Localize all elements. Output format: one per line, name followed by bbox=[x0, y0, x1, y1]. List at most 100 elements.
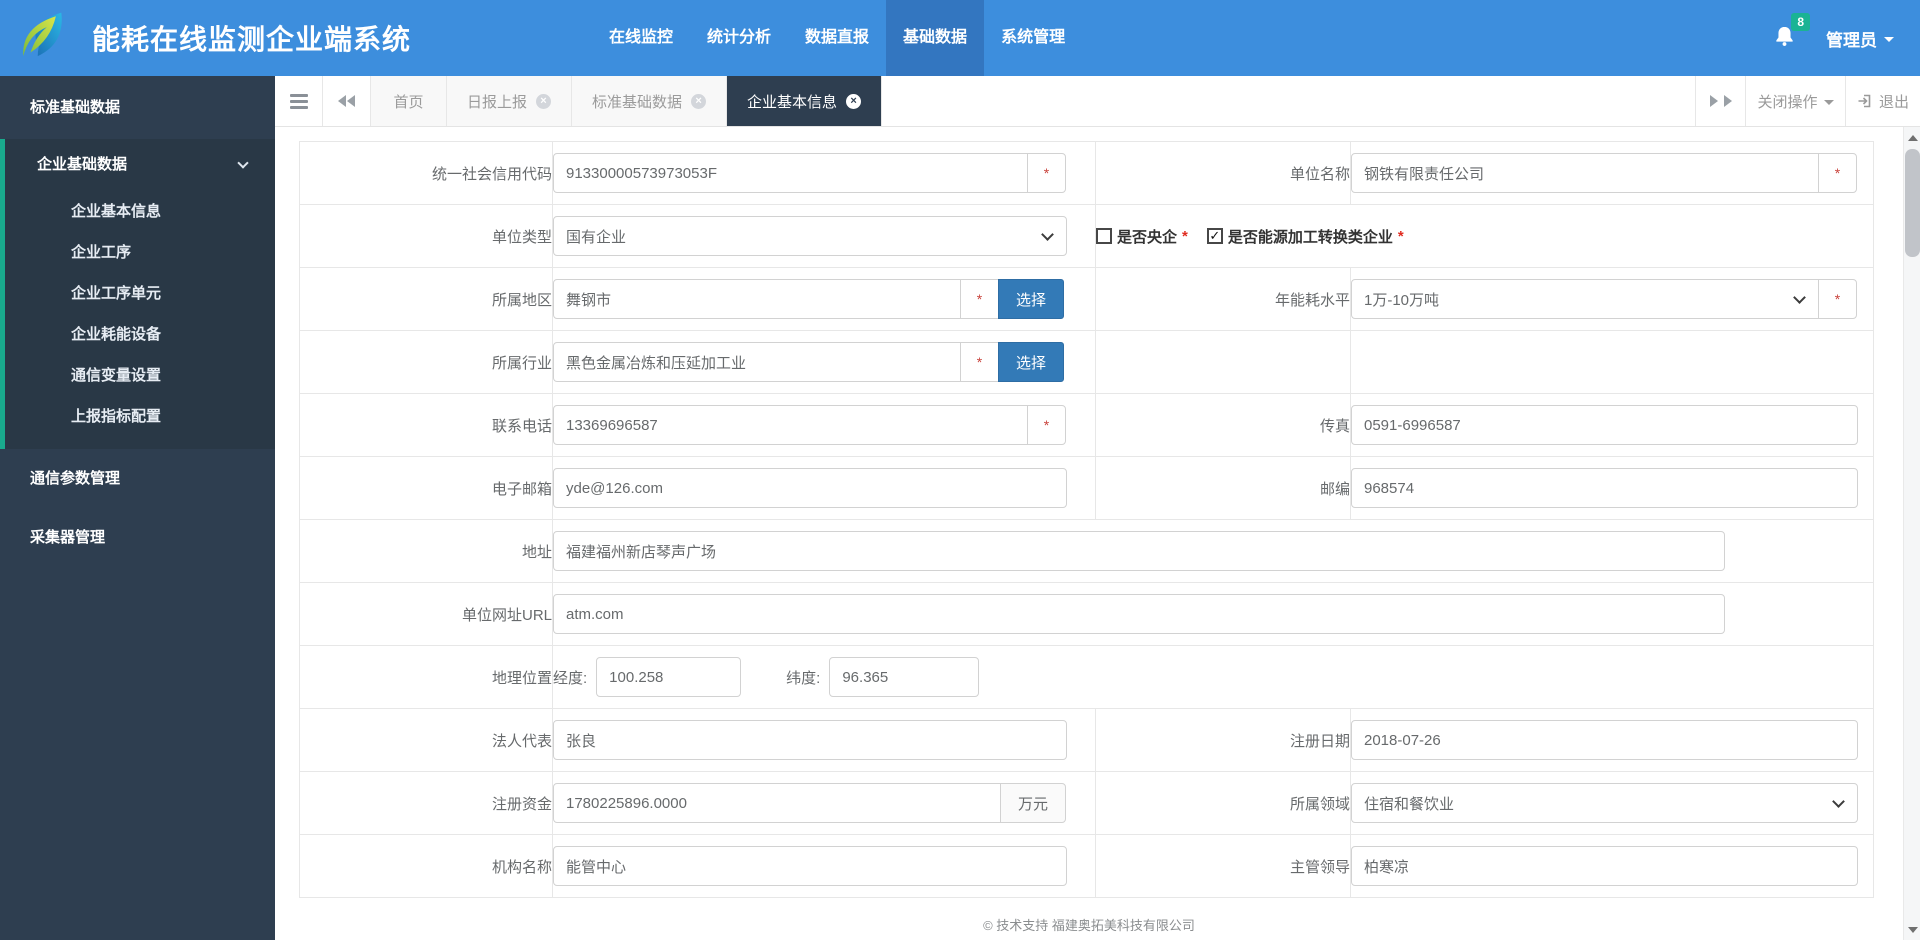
reg-date-input[interactable] bbox=[1351, 720, 1858, 760]
user-name: 管理员 bbox=[1826, 30, 1877, 50]
org-type-select[interactable]: 国有企业 bbox=[553, 216, 1067, 256]
scrollbar-thumb[interactable] bbox=[1905, 149, 1920, 257]
sidebar-item-energy-equipment[interactable]: 企业耗能设备 bbox=[5, 314, 275, 355]
is-central-label: 是否央企 bbox=[1117, 228, 1178, 246]
sidebar-section-title: 标准基础数据 bbox=[30, 99, 121, 116]
required-star: * bbox=[960, 342, 999, 382]
close-icon[interactable]: × bbox=[691, 93, 707, 109]
sidebar-item-collector-management[interactable]: 采集器管理 bbox=[0, 508, 275, 567]
tab-label: 标准基础数据 bbox=[592, 93, 683, 111]
industry-input[interactable] bbox=[553, 342, 961, 382]
industry-select-button[interactable]: 选择 bbox=[998, 342, 1064, 382]
domain-select[interactable]: 住宿和餐饮业 bbox=[1351, 783, 1858, 823]
tab-bar-spacer bbox=[882, 76, 1695, 126]
required-star: * bbox=[1027, 405, 1066, 445]
longitude-input[interactable] bbox=[596, 657, 742, 697]
domain-value: 住宿和餐饮业 bbox=[1364, 795, 1455, 813]
fax-input[interactable] bbox=[1351, 405, 1858, 445]
nav-data-report[interactable]: 数据直报 bbox=[788, 0, 886, 76]
chevron-down-icon bbox=[1823, 100, 1834, 105]
tab-enterprise-basic-info[interactable]: 企业基本信息 × bbox=[727, 76, 883, 126]
leader-label: 主管领导 bbox=[1095, 834, 1351, 898]
chevron-down-icon bbox=[1793, 291, 1806, 304]
sidebar-item-enterprise-basic-info[interactable]: 企业基本信息 bbox=[5, 191, 275, 232]
email-label: 电子邮箱 bbox=[299, 456, 553, 520]
logout-label: 退出 bbox=[1878, 93, 1909, 111]
postcode-input[interactable] bbox=[1351, 468, 1858, 508]
region-input[interactable] bbox=[553, 279, 961, 319]
energy-level-value: 1万-10万吨 bbox=[1364, 291, 1440, 309]
sidebar: 标准基础数据 企业基础数据 企业基本信息 企业工序 企业工序单元 企业耗能设备 … bbox=[0, 76, 275, 940]
org-title-label: 机构名称 bbox=[299, 834, 553, 898]
scrollbar-down-arrow[interactable] bbox=[1904, 921, 1920, 938]
scrollbar-up-arrow[interactable] bbox=[1904, 129, 1920, 146]
vertical-scrollbar[interactable] bbox=[1903, 127, 1920, 940]
user-menu[interactable]: 管理员 bbox=[1826, 26, 1894, 51]
logout-button[interactable]: 退出 bbox=[1845, 76, 1920, 126]
website-input[interactable] bbox=[553, 594, 1725, 634]
nav-online-monitoring[interactable]: 在线监控 bbox=[592, 0, 690, 76]
close-icon[interactable]: × bbox=[536, 93, 552, 109]
logout-icon bbox=[1858, 94, 1871, 108]
close-operations-dropdown[interactable]: 关闭操作 bbox=[1745, 76, 1845, 126]
energy-level-select[interactable]: 1万-10万吨 bbox=[1351, 279, 1819, 319]
main-content: 统一社会信用代码 * 单位名称 * 单位类型 国有企业 bbox=[275, 127, 1903, 940]
reg-capital-input[interactable] bbox=[553, 783, 1001, 823]
email-input[interactable] bbox=[553, 468, 1067, 508]
org-name-input[interactable] bbox=[1351, 153, 1819, 193]
legal-rep-input[interactable] bbox=[553, 720, 1067, 760]
sidebar-item-report-indicator-config[interactable]: 上报指标配置 bbox=[5, 396, 275, 437]
nav-system-management[interactable]: 系统管理 bbox=[984, 0, 1082, 76]
header-right: 8 管理员 bbox=[1773, 0, 1894, 76]
tab-label: 日报上报 bbox=[467, 93, 528, 111]
is-energy-conv-checkbox[interactable] bbox=[1206, 228, 1223, 244]
tab-label: 企业基本信息 bbox=[747, 93, 838, 111]
close-operations-label: 关闭操作 bbox=[1757, 93, 1818, 111]
address-label: 地址 bbox=[299, 519, 553, 583]
region-select-button[interactable]: 选择 bbox=[998, 279, 1064, 319]
app-logo-leaf-icon bbox=[23, 12, 62, 57]
scroll-tabs-left-button[interactable] bbox=[323, 76, 371, 126]
close-icon[interactable]: × bbox=[846, 93, 862, 109]
double-right-arrow-icon bbox=[1709, 95, 1718, 107]
sidebar-item-comm-variable-settings[interactable]: 通信变量设置 bbox=[5, 355, 275, 396]
postcode-label: 邮编 bbox=[1095, 456, 1351, 520]
leader-input[interactable] bbox=[1351, 846, 1858, 886]
usci-label: 统一社会信用代码 bbox=[299, 141, 553, 205]
sidebar-group-toggle[interactable]: 企业基础数据 bbox=[5, 139, 275, 191]
energy-level-label: 年能耗水平 bbox=[1095, 267, 1351, 331]
tab-home[interactable]: 首页 bbox=[371, 76, 447, 126]
empty-field-cell bbox=[1350, 330, 1874, 394]
tab-daily-report[interactable]: 日报上报 × bbox=[447, 76, 573, 126]
app-title: 能耗在线监测企业端系统 bbox=[92, 24, 412, 55]
nav-basic-data[interactable]: 基础数据 bbox=[886, 0, 985, 76]
double-right-arrow-icon bbox=[1723, 95, 1732, 107]
footer-credit: © 技术支持 福建奥拓美科技有限公司 bbox=[983, 918, 1195, 933]
website-label: 单位网址URL bbox=[299, 582, 553, 646]
tab-standard-basic-data[interactable]: 标准基础数据 × bbox=[572, 76, 728, 126]
org-type-value: 国有企业 bbox=[566, 228, 627, 246]
sidebar-item-comm-param-management[interactable]: 通信参数管理 bbox=[0, 449, 275, 508]
usci-input[interactable] bbox=[553, 153, 1028, 193]
sidebar-item-enterprise-process-unit[interactable]: 企业工序单元 bbox=[5, 273, 275, 314]
sidebar-toggle-button[interactable] bbox=[275, 76, 323, 126]
scroll-tabs-right-button[interactable] bbox=[1695, 76, 1745, 126]
address-input[interactable] bbox=[553, 531, 1725, 571]
legal-rep-label: 法人代表 bbox=[299, 708, 553, 772]
reg-date-label: 注册日期 bbox=[1095, 708, 1351, 772]
sidebar-group-enterprise-basic-data: 企业基础数据 企业基本信息 企业工序 企业工序单元 企业耗能设备 通信变量设置 … bbox=[0, 139, 275, 449]
required-star: * bbox=[1818, 153, 1857, 193]
reg-capital-label: 注册资金 bbox=[299, 771, 553, 835]
phone-label: 联系电话 bbox=[299, 393, 553, 457]
double-left-arrow-icon bbox=[338, 95, 346, 107]
phone-input[interactable] bbox=[553, 405, 1028, 445]
nav-statistics[interactable]: 统计分析 bbox=[690, 0, 788, 76]
is-central-checkbox[interactable] bbox=[1096, 228, 1112, 244]
notifications-button[interactable]: 8 bbox=[1773, 12, 1810, 53]
required-star: * bbox=[1182, 227, 1188, 245]
org-title-input[interactable] bbox=[553, 846, 1067, 886]
enterprise-basic-info-form: 统一社会信用代码 * 单位名称 * 单位类型 国有企业 bbox=[275, 127, 1903, 909]
app-header: 能耗在线监测企业端系统 在线监控 统计分析 数据直报 基础数据 系统管理 8 管… bbox=[0, 0, 1920, 76]
sidebar-item-enterprise-process[interactable]: 企业工序 bbox=[5, 232, 275, 273]
latitude-input[interactable] bbox=[829, 657, 980, 697]
